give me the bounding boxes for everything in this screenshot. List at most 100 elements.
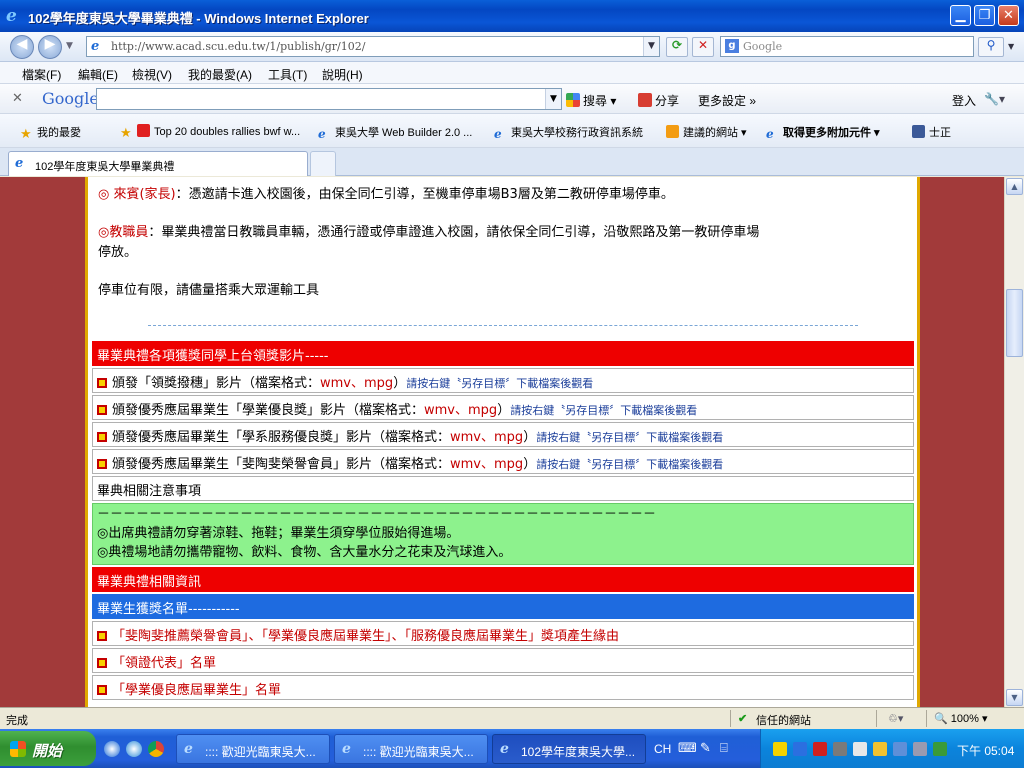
google-search-button[interactable]: 搜尋 ▾ [566,92,616,109]
quicklaunch-media-icon[interactable] [104,741,120,757]
bullet-icon [97,378,107,388]
fav-label: 東吳大學 Web Builder 2.0 ... [335,127,473,139]
search-input[interactable]: g Google [720,36,974,57]
video-label-end: ） [393,376,407,391]
award-link-item[interactable]: 「學業優良應屆畢業生」名單 [92,675,914,700]
award-link-item[interactable]: 「領證代表」名單 [92,648,914,673]
history-dropdown-icon[interactable]: ▼ [66,41,73,51]
vertical-scrollbar[interactable]: ▲ ▼ [1004,177,1024,707]
fav-item-admin-system[interactable]: e 東吳大學校務行政資訊系統 [494,124,643,141]
tray-app-icon[interactable] [853,742,867,756]
scroll-down-icon[interactable]: ▼ [1006,689,1023,706]
video-formats-link[interactable]: wmv、mpg [424,403,497,418]
taskbar: 開始 e :::: 歡迎光臨東吳大... e :::: 歡迎光臨東吳大... e… [0,729,1024,768]
tray-app-icon[interactable] [933,742,947,756]
taskbar-item[interactable]: e :::: 歡迎光臨東吳大... [334,734,488,764]
search-options-icon[interactable]: ▼ [1008,42,1014,51]
tray-shield-icon[interactable] [873,742,887,756]
fav-item-facebook[interactable]: 士正 [912,124,951,140]
start-button[interactable]: 開始 [0,731,96,766]
scroll-up-icon[interactable]: ▲ [1006,178,1023,195]
menu-edit[interactable]: 編輯(E) [78,66,118,83]
clock[interactable]: 下午 05:04 [957,742,1014,759]
protected-mode-icon[interactable]: ♲▾ [888,712,903,725]
staff-label: ◎教職員 [98,225,149,240]
search-button[interactable]: ⚲ [978,37,1004,57]
fav-item-addons[interactable]: e 取得更多附加元件 ▾ [766,124,880,141]
favorites-button[interactable]: ★ 我的最愛 [20,124,81,140]
page-icon: e [91,39,100,54]
award-link[interactable]: 「斐陶斐推薦榮譽會員」、「學業優良應屆畢業生」、「服務優良應屆畢業生」獎項產生緣… [112,629,619,644]
menu-tools[interactable]: 工具(T) [268,66,307,83]
fav-item-webbuilder[interactable]: e 東吳大學 Web Builder 2.0 ... [318,124,472,141]
fav-item-bwf[interactable]: ★ Top 20 doubles rallies bwf w... [120,124,300,139]
taskbar-item[interactable]: e :::: 歡迎光臨東吳大... [176,734,330,764]
fav-label: Top 20 doubles rallies bwf w... [154,126,301,138]
keyboard-icon[interactable]: ⌨ [678,741,697,756]
zoom-control[interactable]: 🔍 100% ▾ [934,712,987,725]
video-label: 頒發優秀應屆畢業生「學系服務優良獎」影片（檔案格式： [112,430,451,445]
window-title-bar[interactable]: e 102學年度東吳大學畢業典禮 - Windows Internet Expl… [0,0,1024,32]
wrench-icon[interactable]: 🔧▾ [984,92,1005,106]
back-button[interactable]: ◀ [10,35,34,59]
quicklaunch-chrome-icon[interactable] [148,741,164,757]
start-label: 開始 [32,743,63,760]
tray-volume-icon[interactable] [913,742,927,756]
google-logo-text: Google [42,89,99,108]
download-note: 請按右鍵〝另存目標〞下載檔案後觀看 [510,404,698,417]
tray-pdf-icon[interactable] [813,742,827,756]
video-formats-link[interactable]: wmv、mpg [320,376,393,391]
stop-button[interactable]: ✕ [692,37,714,57]
video-label: 頒發優秀應屆畢業生「斐陶斐榮譽會員」影片（檔案格式： [112,457,451,472]
address-input[interactable]: e http://www.acad.scu.edu.tw/1/publish/g… [86,36,660,57]
forward-button[interactable]: ▶ [38,35,62,59]
zone-text[interactable]: 信任的網站 [756,712,811,728]
parking-note: 停車位有限，請儘量搭乘大眾運輸工具 [98,283,320,298]
notice-header: 畢典相關注意事項 [92,476,914,501]
award-video-item[interactable]: 頒發優秀應屆畢業生「學業優良獎」影片（檔案格式：wmv、mpg）請按右鍵〝另存目… [92,395,914,420]
award-link-item[interactable]: 「斐陶斐推薦榮譽會員」、「學業優良應屆畢業生」、「服務優良應屆畢業生」獎項產生緣… [92,621,914,646]
award-video-item[interactable]: 頒發優秀應屆畢業生「學系服務優良獎」影片（檔案格式：wmv、mpg）請按右鍵〝另… [92,422,914,447]
scroll-thumb[interactable] [1006,289,1023,357]
menu-file[interactable]: 檔案(F) [22,66,61,83]
fav-item-suggested-sites[interactable]: 建議的網站 ▾ [666,124,747,140]
video-formats-link[interactable]: wmv、mpg [450,430,523,445]
help-icon[interactable]: ⌸ [720,741,728,756]
ie-page-icon: e [494,127,502,141]
ie-task-icon: e [184,741,193,757]
award-link[interactable]: 「學業優良應屆畢業生」名單 [112,683,281,698]
more-settings-button[interactable]: 更多設定 » [698,92,756,109]
award-link[interactable]: 「領證代表」名單 [112,656,216,671]
new-tab-button[interactable] [310,151,336,176]
menu-bar: 檔案(F) 編輯(E) 檢視(V) 我的最愛(A) 工具(T) 說明(H) [0,62,1024,84]
close-button[interactable]: ✕ [998,5,1019,26]
tray-app-icon[interactable] [773,742,787,756]
google-search-input[interactable]: ▼ [96,88,562,110]
share-button[interactable]: 分享 [638,92,679,109]
address-dropdown-icon[interactable]: ▼ [643,37,659,56]
google-dropdown-icon[interactable]: ▼ [545,89,561,109]
award-video-item[interactable]: 頒發優秀應屆畢業生「斐陶斐榮譽會員」影片（檔案格式：wmv、mpg）請按右鍵〝另… [92,449,914,474]
tray-app-icon[interactable] [793,742,807,756]
signin-button[interactable]: 登入 [952,92,976,109]
taskbar-item-active[interactable]: e 102學年度東吳大學... [492,734,646,764]
tab-bar: e 102學年度東吳大學畢業典禮 [0,148,1024,176]
refresh-button[interactable]: ⟳ [666,37,688,57]
menu-view[interactable]: 檢視(V) [132,66,172,83]
quicklaunch-ie-icon[interactable] [126,741,142,757]
maximize-button[interactable]: ❐ [974,5,995,26]
tray-monitor-icon[interactable] [893,742,907,756]
fav-label: 建議的網站 ▾ [683,127,747,139]
language-indicator[interactable]: CH [654,742,671,756]
tray-network-icon[interactable] [833,742,847,756]
menu-help[interactable]: 說明(H) [322,66,363,83]
pen-icon[interactable]: ✎ [700,741,711,756]
bullet-icon [97,405,107,415]
menu-favorites[interactable]: 我的最愛(A) [188,66,252,83]
award-video-item[interactable]: 頒發「領獎撥穗」影片（檔案格式：wmv、mpg）請按右鍵〝另存目標〞下載檔案後觀… [92,368,914,393]
notice-line: ◎典禮場地請勿攜帶寵物、飲料、食物、含大量水分之花束及汽球進入。 [97,545,512,560]
video-formats-link[interactable]: wmv、mpg [450,457,523,472]
close-toolbar-icon[interactable]: ✕ [12,91,23,106]
tab-current[interactable]: e 102學年度東吳大學畢業典禮 [8,151,308,176]
minimize-button[interactable]: ▁ [950,5,971,26]
